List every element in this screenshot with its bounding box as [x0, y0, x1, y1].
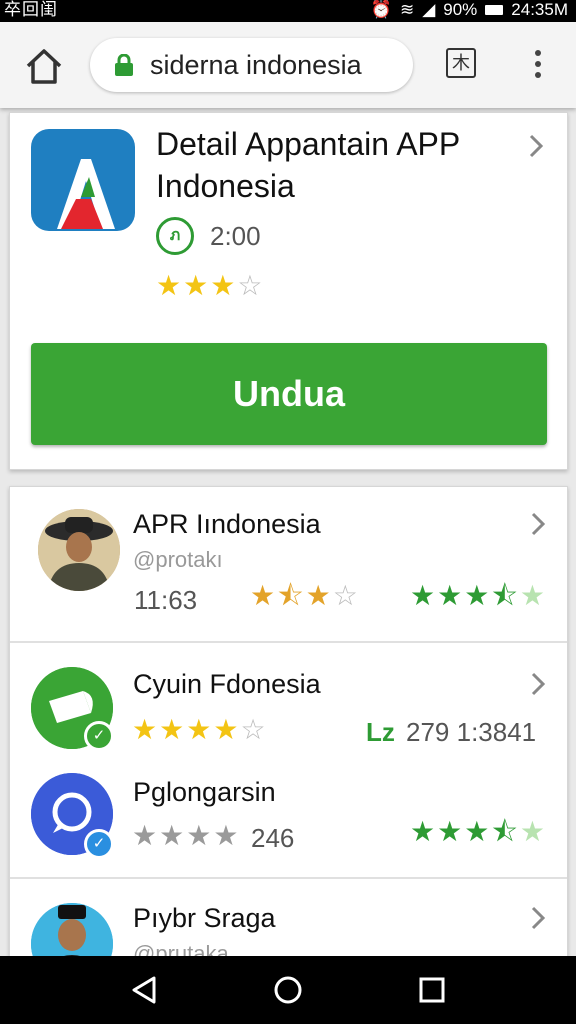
star-icon: ★ [410, 816, 436, 847]
chevron-right-icon[interactable] [530, 905, 546, 931]
app-list-card: APR Iındonesia @protakı 11:63 ★ ⯪ ★ ☆ ★ … [9, 486, 568, 978]
star-icon: ★ [410, 580, 436, 611]
star-icon: ⯪ [491, 816, 518, 847]
chevron-right-icon[interactable] [528, 133, 544, 159]
star-icon: ★ [186, 820, 212, 851]
star-icon: ★ [213, 714, 239, 745]
status-left-text: 卒回闺 [4, 0, 58, 19]
list-item[interactable]: ✓ Cyuin Fdonesia ★ ★ ★ ★ ☆ Lz 279 1:3841 [10, 643, 567, 751]
wifi-icon: ≋ [399, 0, 415, 19]
rating-right: ★ ★ ★ ⯪ ★ [410, 581, 545, 611]
avatar [38, 509, 120, 591]
alarm-icon: ⏰ [370, 0, 392, 19]
star-icon: ★ [437, 816, 463, 847]
star-icon: ☆ [237, 270, 263, 301]
app-logo-icon [31, 129, 135, 231]
recents-icon[interactable] [416, 974, 448, 1006]
star-icon: ★ [159, 820, 185, 851]
list-item-name: Pglongarsin [133, 777, 276, 807]
list-item-name: Cyuin Fdonesia [133, 669, 321, 699]
app-title: Detail Appantain APP Indonesia [156, 126, 460, 204]
list-item[interactable]: APR Iındonesia @protakı 11:63 ★ ⯪ ★ ☆ ★ … [10, 487, 567, 641]
star-icon: ⯪ [491, 580, 518, 611]
menu-icon[interactable] [528, 50, 548, 82]
star-icon: ★ [186, 714, 212, 745]
star-icon: ★ [132, 714, 158, 745]
app-duration: 2:00 [210, 220, 261, 251]
star-icon: ★ [132, 820, 158, 851]
home-circle-icon[interactable] [272, 974, 304, 1006]
star-icon: ★ [213, 820, 239, 851]
chevron-right-icon[interactable] [530, 511, 546, 537]
stats-icon: Lz [366, 717, 395, 747]
back-icon[interactable] [128, 974, 160, 1006]
url-bar[interactable]: siderna indonesia [90, 38, 413, 92]
star-icon: ☆ [332, 580, 358, 611]
list-item-time: 11:63 [134, 585, 198, 615]
rating: ★ ★ ★ ★ [132, 821, 238, 851]
clock: 24:35M [511, 0, 568, 19]
list-item[interactable]: ✓ Pglongarsin ★ ★ ★ ★ 246 ★ ★ ★ ⯪ ★ [10, 745, 567, 875]
lock-icon [115, 54, 133, 76]
star-icon: ★ [519, 816, 545, 847]
download-button[interactable]: Undua [31, 343, 547, 445]
url-text: siderna indonesia [150, 50, 362, 80]
star-icon: ★ [159, 714, 185, 745]
status-bar: 卒回闺 ⏰ ≋ ◢ 90% 24:35M [0, 0, 576, 22]
chevron-right-icon[interactable] [530, 671, 546, 697]
list-item-name: Pıybr Sraga [133, 903, 276, 933]
tabs-icon[interactable]: 木 [446, 48, 476, 78]
signal-icon: ◢ [422, 0, 436, 19]
home-icon[interactable] [22, 44, 66, 88]
star-icon: ★ [183, 270, 209, 301]
star-icon: ★ [464, 816, 490, 847]
star-icon: ☆ [240, 714, 266, 745]
star-icon: ★ [250, 580, 276, 611]
star-icon: ★ [210, 270, 236, 301]
featured-rating: ★ ★ ★ ☆ [156, 271, 262, 301]
star-icon: ★ [519, 580, 545, 611]
star-icon: ⯪ [277, 580, 304, 611]
system-nav-bar [0, 956, 576, 1024]
battery-icon [485, 5, 504, 15]
list-item-count: 246 [251, 823, 295, 853]
browser-toolbar: siderna indonesia 木 [0, 22, 576, 108]
list-item-name: APR Iındonesia [133, 509, 321, 539]
star-icon: ★ [464, 580, 490, 611]
rating-badge-icon: ภ [156, 217, 194, 255]
featured-app-card[interactable]: Detail Appantain APP Indonesia ภ 2:00 ★ … [9, 112, 568, 470]
list-item-handle: @protakı [133, 547, 223, 572]
list-item-stats: 279 1:3841 [406, 717, 537, 747]
rating: ★ ★ ★ ★ ☆ [132, 715, 266, 745]
star-icon: ★ [437, 580, 463, 611]
rating-left: ★ ⯪ ★ ☆ [250, 581, 358, 611]
battery-percent: 90% [443, 0, 478, 19]
verified-badge-icon: ✓ [84, 829, 114, 859]
star-icon: ★ [305, 580, 331, 611]
rating-right: ★ ★ ★ ⯪ ★ [410, 817, 545, 847]
star-icon: ★ [156, 270, 182, 301]
